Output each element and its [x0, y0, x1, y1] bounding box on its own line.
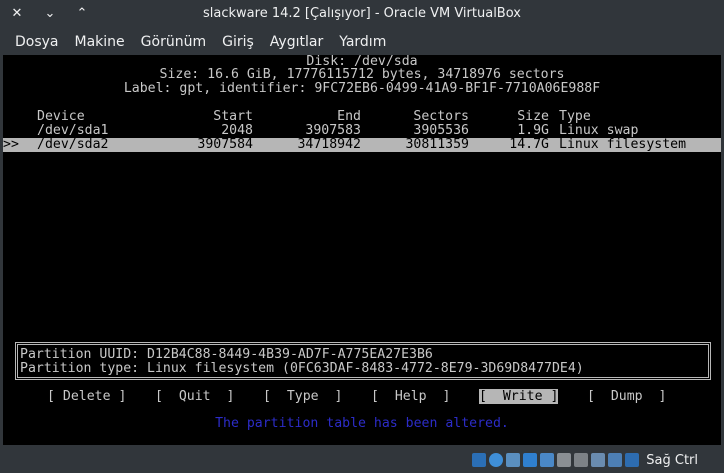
hdd-icon[interactable]	[472, 453, 487, 467]
table-row-selected[interactable]: >> /dev/sda2 3907584 34718942 30811359 1…	[3, 138, 721, 152]
col-end: End	[337, 109, 361, 124]
status-tray: Sağ Ctrl	[472, 450, 724, 470]
row-start: 3907584	[197, 137, 253, 152]
partition-type: Partition type: Linux filesystem (0FC63D…	[20, 361, 584, 376]
menu-input[interactable]: Giriş	[214, 30, 262, 54]
row-type: Linux swap	[559, 123, 639, 138]
menu-view[interactable]: Görünüm	[133, 30, 214, 54]
table-header: Device Start End Sectors Size Type	[3, 110, 721, 124]
menu-machine[interactable]: Makine	[67, 30, 133, 54]
usb-icon[interactable]	[540, 453, 555, 467]
col-start: Start	[213, 109, 253, 124]
cpu-icon[interactable]	[608, 453, 623, 467]
disk-size: Size: 16.6 GiB, 17776115712 bytes, 34718…	[159, 67, 565, 82]
row-size: 1.9G	[517, 123, 549, 138]
status-message: The partition table has been altered.	[215, 416, 509, 431]
vm-screen[interactable]: Disk: /dev/sda Size: 16.6 GiB, 177761157…	[3, 55, 721, 445]
status-bar: Sağ Ctrl	[0, 446, 724, 473]
col-device: Device	[37, 109, 85, 124]
row-device: /dev/sda1	[37, 123, 109, 138]
menu-devices[interactable]: Aygıtlar	[262, 30, 331, 54]
host-key-label: Sağ Ctrl	[646, 452, 698, 468]
row-start: 2048	[221, 123, 253, 138]
table-row[interactable]: /dev/sda1 2048 3907583 3905536 1.9G Linu…	[3, 124, 721, 138]
row-end: 3907583	[305, 123, 361, 138]
help-button[interactable]: [ Help ]	[371, 389, 450, 404]
menu-bar: Dosya Makine Görünüm Giriş Aygıtlar Yard…	[0, 30, 724, 54]
window-title: slackware 14.2 [Çalışıyor] - Oracle VM V…	[203, 6, 521, 21]
col-type: Type	[559, 109, 591, 124]
dump-button[interactable]: [ Dump ]	[587, 389, 666, 404]
type-button[interactable]: [ Type ]	[263, 389, 342, 404]
audio-icon[interactable]	[506, 453, 521, 467]
title-bar: ✕ ⌄ ⌃ slackware 14.2 [Çalışıyor] - Oracl…	[0, 0, 724, 30]
shared-folder-icon[interactable]	[557, 453, 572, 467]
row-marker: >>	[3, 137, 19, 152]
menu-file[interactable]: Dosya	[7, 30, 67, 54]
quit-button[interactable]: [ Quit ]	[155, 389, 234, 404]
optical-disc-icon[interactable]	[489, 453, 504, 467]
delete-button[interactable]: [ Delete ]	[47, 389, 126, 404]
col-size: Size	[517, 109, 549, 124]
partition-uuid: Partition UUID: D12B4C88-8449-4B39-AD7F-…	[20, 347, 433, 362]
network-icon[interactable]	[523, 453, 538, 467]
mouse-integration-icon[interactable]	[625, 453, 640, 467]
video-capture-icon[interactable]	[591, 453, 606, 467]
row-end: 34718942	[297, 137, 361, 152]
write-button[interactable]: [ Write ]	[479, 389, 559, 404]
row-size: 14.7G	[509, 137, 549, 152]
row-type: Linux filesystem	[559, 137, 687, 152]
display-icon[interactable]	[574, 453, 589, 467]
disk-label: Label: gpt, identifier: 9FC72EB6-0499-41…	[123, 81, 601, 96]
menu-help[interactable]: Yardım	[331, 30, 394, 54]
row-device: /dev/sda2	[37, 137, 109, 152]
